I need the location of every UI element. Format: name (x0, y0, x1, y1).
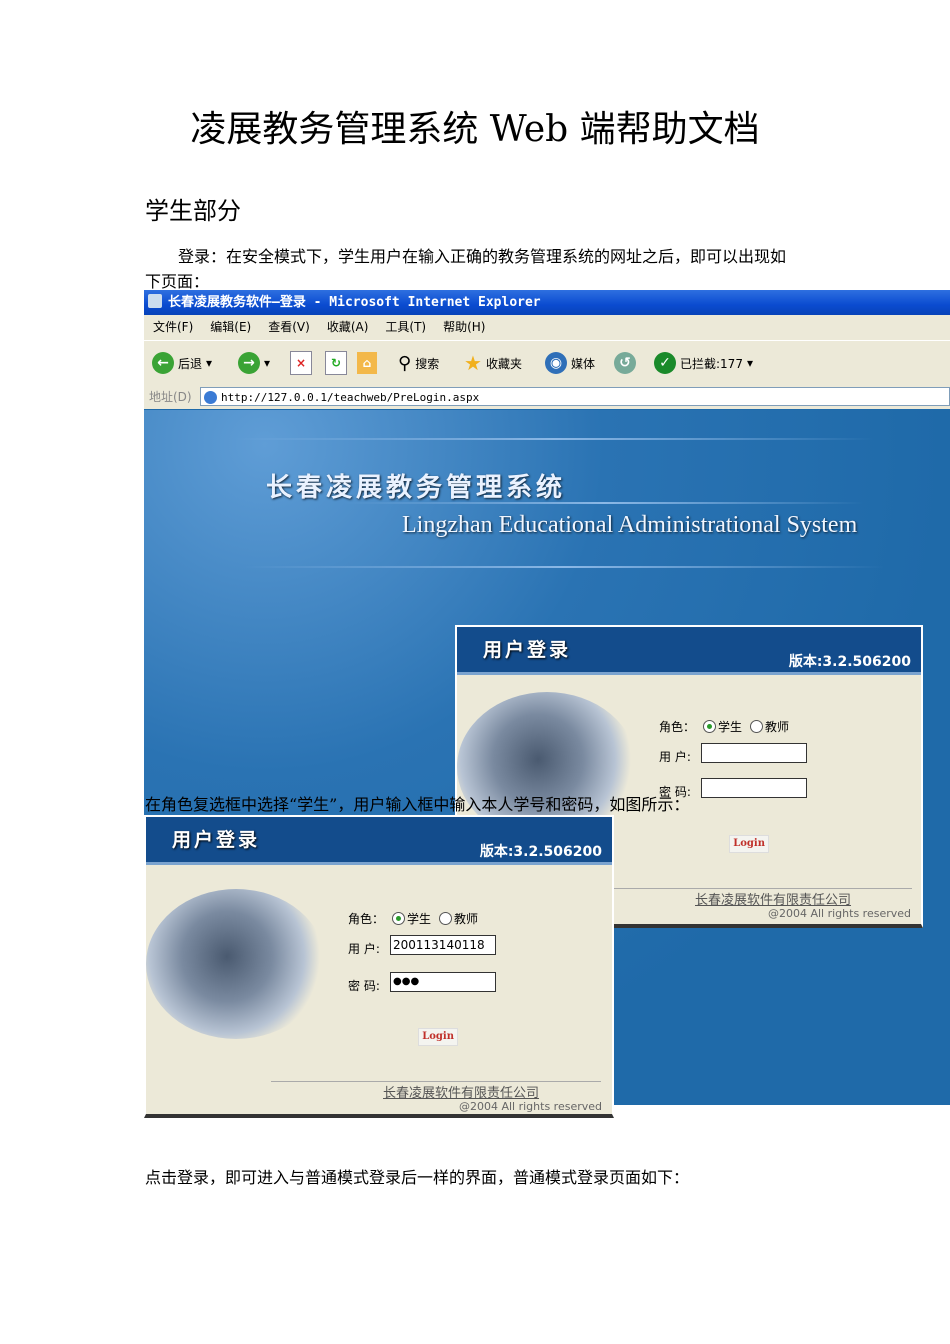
blocked-count: 已拦截:177 (680, 356, 743, 371)
menu-bar: 文件(F) 编辑(E) 查看(V) 收藏(A) 工具(T) 帮助(H) (144, 315, 950, 340)
dropdown-icon: ▾ (746, 356, 753, 370)
role-teacher-label: 教师 (765, 720, 790, 734)
company-link[interactable]: 长春凌展软件有限责任公司 (695, 889, 851, 908)
popup-blocker-button[interactable]: ✓ 已拦截:177 ▾ (654, 351, 753, 375)
toolbar: ← 后退 ▾ → ▾ × ↻ ⌂ ⚲ 搜索 ★ 收藏夹 ◉ 媒体 ↺ ✓ 已拦截:177 ▾ (144, 340, 950, 386)
login-button[interactable]: Login (418, 1028, 458, 1046)
history-icon: ↺ (614, 352, 636, 374)
refresh-button[interactable]: ↻ (325, 351, 347, 375)
search-label: 搜索 (415, 356, 440, 371)
copyright: @2004 All rights reserved (458, 1100, 602, 1113)
menu-file[interactable]: 文件(F) (153, 320, 193, 334)
copyright: @2004 All rights reserved (767, 907, 911, 920)
dropdown-icon: ▾ (206, 356, 213, 370)
role-student-label: 学生 (718, 720, 743, 734)
window-titlebar: 长春凌展教务软件—登录 - Microsoft Internet Explore… (144, 290, 950, 315)
back-label: 后退 (178, 356, 203, 371)
user-label: 用 户: (348, 942, 380, 956)
password-label: 密 码: (348, 979, 380, 993)
user-input[interactable] (701, 743, 807, 763)
version-label: 版本:3.2.506200 (479, 844, 602, 860)
login-panel-filled: 用户登录版本:3.2.506200 角色： 学生 教师 用 户: 200113140… (144, 815, 614, 1118)
panel-header: 用户登录版本:3.2.506200 (146, 817, 612, 865)
window-title: 长春凌展教务软件—登录 - Microsoft Internet Explore… (168, 295, 541, 310)
menu-edit[interactable]: 编辑(E) (210, 320, 251, 334)
stop-icon: × (290, 351, 312, 375)
stop-button[interactable]: × (290, 351, 312, 375)
user-photo-image (146, 889, 326, 1039)
search-button[interactable]: ⚲ 搜索 (398, 351, 439, 375)
role-student-radio[interactable] (703, 720, 717, 733)
menu-help[interactable]: 帮助(H) (443, 320, 485, 334)
section-heading: 学生部分 (145, 197, 241, 225)
intro-paragraph-line1: 登录：在安全模式下，学生用户在输入正确的教务管理系统的网址之后，即可以出现如 (178, 247, 787, 266)
media-globe-icon: ◉ (545, 352, 567, 374)
role-student-label: 学生 (407, 912, 432, 926)
decor-line (244, 566, 884, 568)
caption-text: 在角色复选框中选择“学生”，用户输入框中输入本人学号和密码，如图所示： (145, 795, 690, 814)
ie-icon (148, 294, 162, 308)
forward-arrow-icon: → (238, 352, 260, 374)
forward-button[interactable]: → ▾ (238, 351, 270, 375)
back-button[interactable]: ← 后退 ▾ (152, 351, 212, 375)
menu-tools[interactable]: 工具(T) (385, 320, 426, 334)
role-teacher-label: 教师 (454, 912, 479, 926)
password-input[interactable] (701, 778, 807, 798)
system-name-en: Lingzhan Educational Administrational Sy… (402, 512, 858, 538)
panel-title: 用户登录 (172, 829, 261, 851)
bottom-paragraph: 点击登录，即可进入与普通模式登录后一样的界面，普通模式登录页面如下： (145, 1168, 690, 1187)
decor-line (234, 438, 874, 440)
role-label: 角色： (348, 912, 385, 926)
company-link[interactable]: 长春凌展软件有限责任公司 (383, 1082, 539, 1101)
document-page: 凌展教务管理系统 Web 端帮助文档 学生部分 登录：在安全模式下，学生用户在输… (0, 0, 950, 1344)
user-label: 用 户: (659, 750, 691, 764)
address-input[interactable]: http://127.0.0.1/teachweb/PreLogin.aspx (200, 387, 950, 406)
home-button[interactable]: ⌂ (357, 351, 377, 375)
check-shield-icon: ✓ (654, 352, 676, 374)
address-bar: 地址(D) http://127.0.0.1/teachweb/PreLogin… (144, 385, 950, 409)
role-field: 角色： 学生 教师 (348, 910, 478, 927)
refresh-icon: ↻ (325, 351, 347, 375)
home-icon: ⌂ (357, 352, 377, 374)
system-name-cn: 长春凌展教务管理系统 (266, 473, 567, 503)
menu-favorites[interactable]: 收藏(A) (327, 320, 369, 334)
role-label: 角色： (659, 720, 696, 734)
star-icon: ★ (464, 351, 482, 375)
media-label: 媒体 (571, 356, 596, 371)
dropdown-icon: ▾ (264, 356, 271, 370)
favorites-label: 收藏夹 (485, 356, 522, 371)
role-student-radio[interactable] (392, 912, 406, 925)
address-label: 地址(D) (149, 390, 192, 404)
panel-title: 用户登录 (483, 639, 572, 661)
url-text: http://127.0.0.1/teachweb/PreLogin.aspx (221, 391, 480, 404)
user-input[interactable]: 200113140118 (390, 935, 496, 955)
search-icon: ⚲ (398, 352, 412, 374)
menu-view[interactable]: 查看(V) (268, 320, 310, 334)
login-button[interactable]: Login (729, 835, 769, 853)
password-input[interactable]: ●●● (390, 972, 496, 992)
back-arrow-icon: ← (152, 352, 174, 374)
page-icon (204, 391, 217, 404)
history-button[interactable]: ↺ (614, 351, 636, 375)
intro-paragraph-line2: 下页面： (145, 272, 210, 291)
role-teacher-radio[interactable] (750, 720, 764, 733)
document-title: 凌展教务管理系统 Web 端帮助文档 (190, 109, 760, 150)
media-button[interactable]: ◉ 媒体 (545, 351, 595, 375)
version-label: 版本:3.2.506200 (788, 654, 911, 670)
favorites-button[interactable]: ★ 收藏夹 (464, 351, 522, 375)
panel-header: 用户登录版本:3.2.506200 (457, 627, 921, 675)
role-field: 角色： 学生 教师 (659, 718, 789, 735)
decor-line (344, 502, 864, 504)
role-teacher-radio[interactable] (439, 912, 453, 925)
